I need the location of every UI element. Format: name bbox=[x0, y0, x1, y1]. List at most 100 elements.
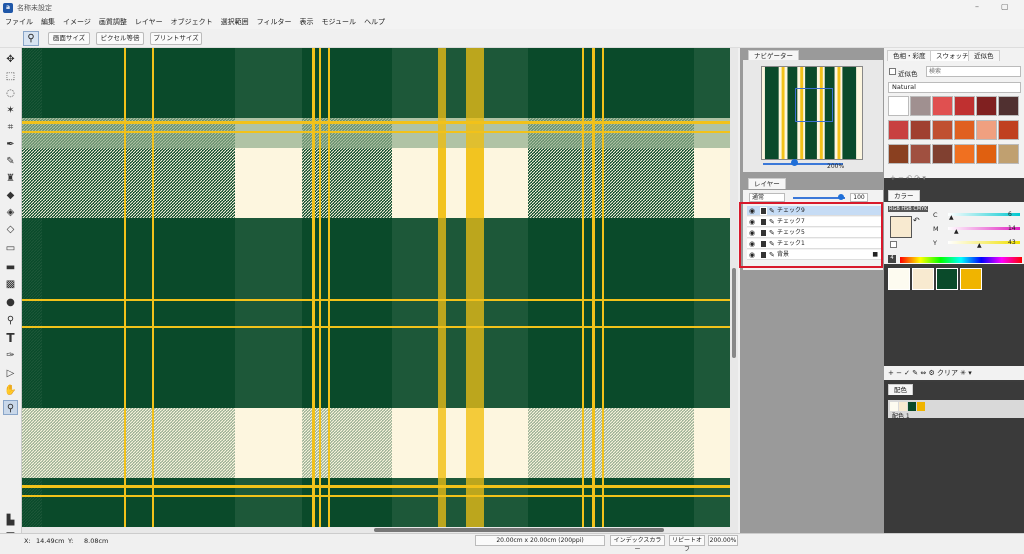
fill-tool-icon[interactable]: ◈ bbox=[3, 205, 18, 220]
menu-help[interactable]: ヘルプ bbox=[364, 16, 385, 29]
swatch-color[interactable] bbox=[888, 120, 909, 140]
swatch-color[interactable] bbox=[976, 144, 997, 164]
menu-adjust[interactable]: 画質調整 bbox=[99, 16, 127, 29]
actual-pixels-button[interactable]: ピクセル等倍 bbox=[96, 32, 144, 45]
zoom-level[interactable]: 200.00% bbox=[708, 535, 738, 546]
brush-tool-icon[interactable]: ✎ bbox=[3, 154, 18, 169]
palette-color[interactable] bbox=[888, 268, 910, 290]
crop-tool-icon[interactable]: ⌗ bbox=[3, 120, 18, 135]
menu-filter[interactable]: フィルター bbox=[257, 16, 292, 29]
opacity-value[interactable]: 100 bbox=[850, 193, 868, 202]
tab-color-scheme[interactable]: 配色 bbox=[888, 384, 913, 395]
swatch-color[interactable] bbox=[932, 144, 953, 164]
index-color-button[interactable]: インデックスカラー bbox=[610, 535, 665, 553]
channel-c-value[interactable]: 6 bbox=[1008, 211, 1012, 218]
channel-m-label: M bbox=[933, 225, 939, 233]
tab-similar-colors[interactable]: 近似色 bbox=[968, 50, 1000, 61]
blur-tool-icon[interactable]: ● bbox=[3, 295, 18, 310]
zoom-icon[interactable]: ⚲ bbox=[23, 31, 39, 46]
swatch-tools[interactable]: + − ↶ ↷ ▾ bbox=[890, 174, 926, 182]
swatch-color[interactable] bbox=[954, 120, 975, 140]
color-mode-tabs[interactable]: RGB HSB CMYK bbox=[888, 206, 929, 212]
spectrum-bar[interactable] bbox=[900, 257, 1022, 263]
vertical-scrollbar[interactable] bbox=[730, 48, 738, 533]
stamp-tool-icon[interactable]: ♜ bbox=[3, 171, 18, 186]
hand-tool-icon[interactable]: ✋ bbox=[3, 383, 18, 398]
swatch-color[interactable] bbox=[998, 144, 1019, 164]
pattern-fill-tool-icon[interactable]: ◇ bbox=[3, 222, 18, 237]
color-scheme-item[interactable]: 配色 1 bbox=[888, 400, 1024, 420]
web-color-icon[interactable] bbox=[890, 241, 897, 248]
text-tool-icon[interactable]: T bbox=[3, 331, 18, 346]
print-size-button[interactable]: プリントサイズ bbox=[150, 32, 202, 45]
pen-tool-icon[interactable]: ✑ bbox=[3, 348, 18, 363]
swatch-color[interactable] bbox=[976, 120, 997, 140]
swatch-color[interactable] bbox=[888, 96, 909, 116]
rect-shape-tool-icon[interactable]: ▬ bbox=[3, 260, 18, 275]
channel-y-value[interactable]: 43 bbox=[1008, 239, 1016, 246]
pattern-brush-tool-icon[interactable]: ▭ bbox=[3, 241, 18, 256]
canvas-area[interactable] bbox=[22, 48, 738, 533]
foreground-color-swatch[interactable] bbox=[890, 216, 912, 238]
swap-colors-icon[interactable]: ↶ bbox=[913, 216, 920, 225]
navigator-zoom-handle[interactable] bbox=[791, 159, 798, 166]
channel-c-handle[interactable]: ▲ bbox=[949, 214, 954, 221]
eraser-tool-icon[interactable]: ◆ bbox=[3, 188, 18, 203]
channel-m-value[interactable]: 14 bbox=[1008, 225, 1016, 232]
swatch-color[interactable] bbox=[954, 96, 975, 116]
swatch-color[interactable] bbox=[888, 144, 909, 164]
swatch-search-input[interactable] bbox=[926, 66, 1021, 77]
channel-y-handle[interactable]: ▲ bbox=[977, 242, 982, 249]
tartan-canvas[interactable] bbox=[22, 48, 738, 527]
minimize-button[interactable]: – bbox=[975, 2, 979, 11]
swatch-color[interactable] bbox=[954, 144, 975, 164]
maximize-button[interactable]: ▢ bbox=[1001, 2, 1009, 11]
move-tool-icon[interactable]: ✥ bbox=[3, 52, 18, 67]
menu-view[interactable]: 表示 bbox=[300, 16, 314, 29]
swatch-color[interactable] bbox=[998, 96, 1019, 116]
color-gamut-icon[interactable]: 4 bbox=[888, 255, 896, 263]
dodge-tool-icon[interactable]: ⚲ bbox=[3, 313, 18, 328]
swatch-preset-select[interactable]: Natural bbox=[888, 82, 1021, 93]
swatch-color[interactable] bbox=[976, 96, 997, 116]
repeat-off-button[interactable]: リピートオフ bbox=[669, 535, 705, 553]
path-select-tool-icon[interactable]: ▷ bbox=[3, 366, 18, 381]
magic-wand-tool-icon[interactable]: ✶ bbox=[3, 103, 18, 118]
menu-object[interactable]: オブジェクト bbox=[171, 16, 213, 29]
swatch-color[interactable] bbox=[932, 96, 953, 116]
fit-screen-button[interactable]: 画面サイズ bbox=[48, 32, 90, 45]
blend-mode-select[interactable]: 通常 bbox=[749, 193, 785, 202]
palette-color[interactable] bbox=[912, 268, 934, 290]
palette-color[interactable] bbox=[960, 268, 982, 290]
opacity-handle[interactable] bbox=[838, 194, 844, 200]
swatch-color[interactable] bbox=[910, 96, 931, 116]
palette-color[interactable] bbox=[936, 268, 958, 290]
image-tool-icon[interactable]: ▩ bbox=[3, 277, 18, 292]
menu-layer[interactable]: レイヤー bbox=[135, 16, 163, 29]
channel-m-handle[interactable]: ▲ bbox=[954, 228, 959, 235]
rect-select-tool-icon[interactable]: ⬚ bbox=[3, 69, 18, 84]
vertical-scroll-thumb[interactable] bbox=[732, 268, 736, 358]
fg-bg-color-icon[interactable]: ▙ bbox=[3, 513, 18, 528]
menu-selection[interactable]: 選択範囲 bbox=[221, 16, 249, 29]
tab-color[interactable]: カラー bbox=[888, 190, 920, 201]
navigator-view-box[interactable] bbox=[795, 88, 833, 122]
swatch-color[interactable] bbox=[910, 144, 931, 164]
menu-image[interactable]: イメージ bbox=[63, 16, 91, 29]
menu-file[interactable]: ファイル bbox=[5, 16, 33, 29]
similar-color-checkbox[interactable] bbox=[889, 68, 896, 75]
menu-module[interactable]: モジュール bbox=[322, 16, 357, 29]
horizontal-scroll-thumb[interactable] bbox=[374, 528, 664, 532]
lasso-tool-icon[interactable]: ◌ bbox=[3, 86, 18, 101]
swatch-color[interactable] bbox=[910, 120, 931, 140]
menu-bar: ファイル 編集 イメージ 画質調整 レイヤー オブジェクト 選択範囲 フィルター 表示 モジュール… bbox=[0, 16, 1024, 29]
swatch-color[interactable] bbox=[932, 120, 953, 140]
color-scheme-name: 配色 1 bbox=[892, 413, 910, 420]
tab-hue-saturation[interactable]: 色相・彩度 bbox=[887, 50, 932, 61]
eyedropper-tool-icon[interactable]: ✒ bbox=[3, 137, 18, 152]
zoom-tool-icon[interactable]: ⚲ bbox=[3, 400, 18, 415]
swatch-color[interactable] bbox=[998, 120, 1019, 140]
tab-layers[interactable]: レイヤー bbox=[748, 178, 786, 189]
menu-edit[interactable]: 編集 bbox=[41, 16, 55, 29]
palette-tool-glyphs[interactable]: + − ✓ ✎ ⇔ ⚙ クリア ✳ ▾ bbox=[884, 369, 972, 377]
